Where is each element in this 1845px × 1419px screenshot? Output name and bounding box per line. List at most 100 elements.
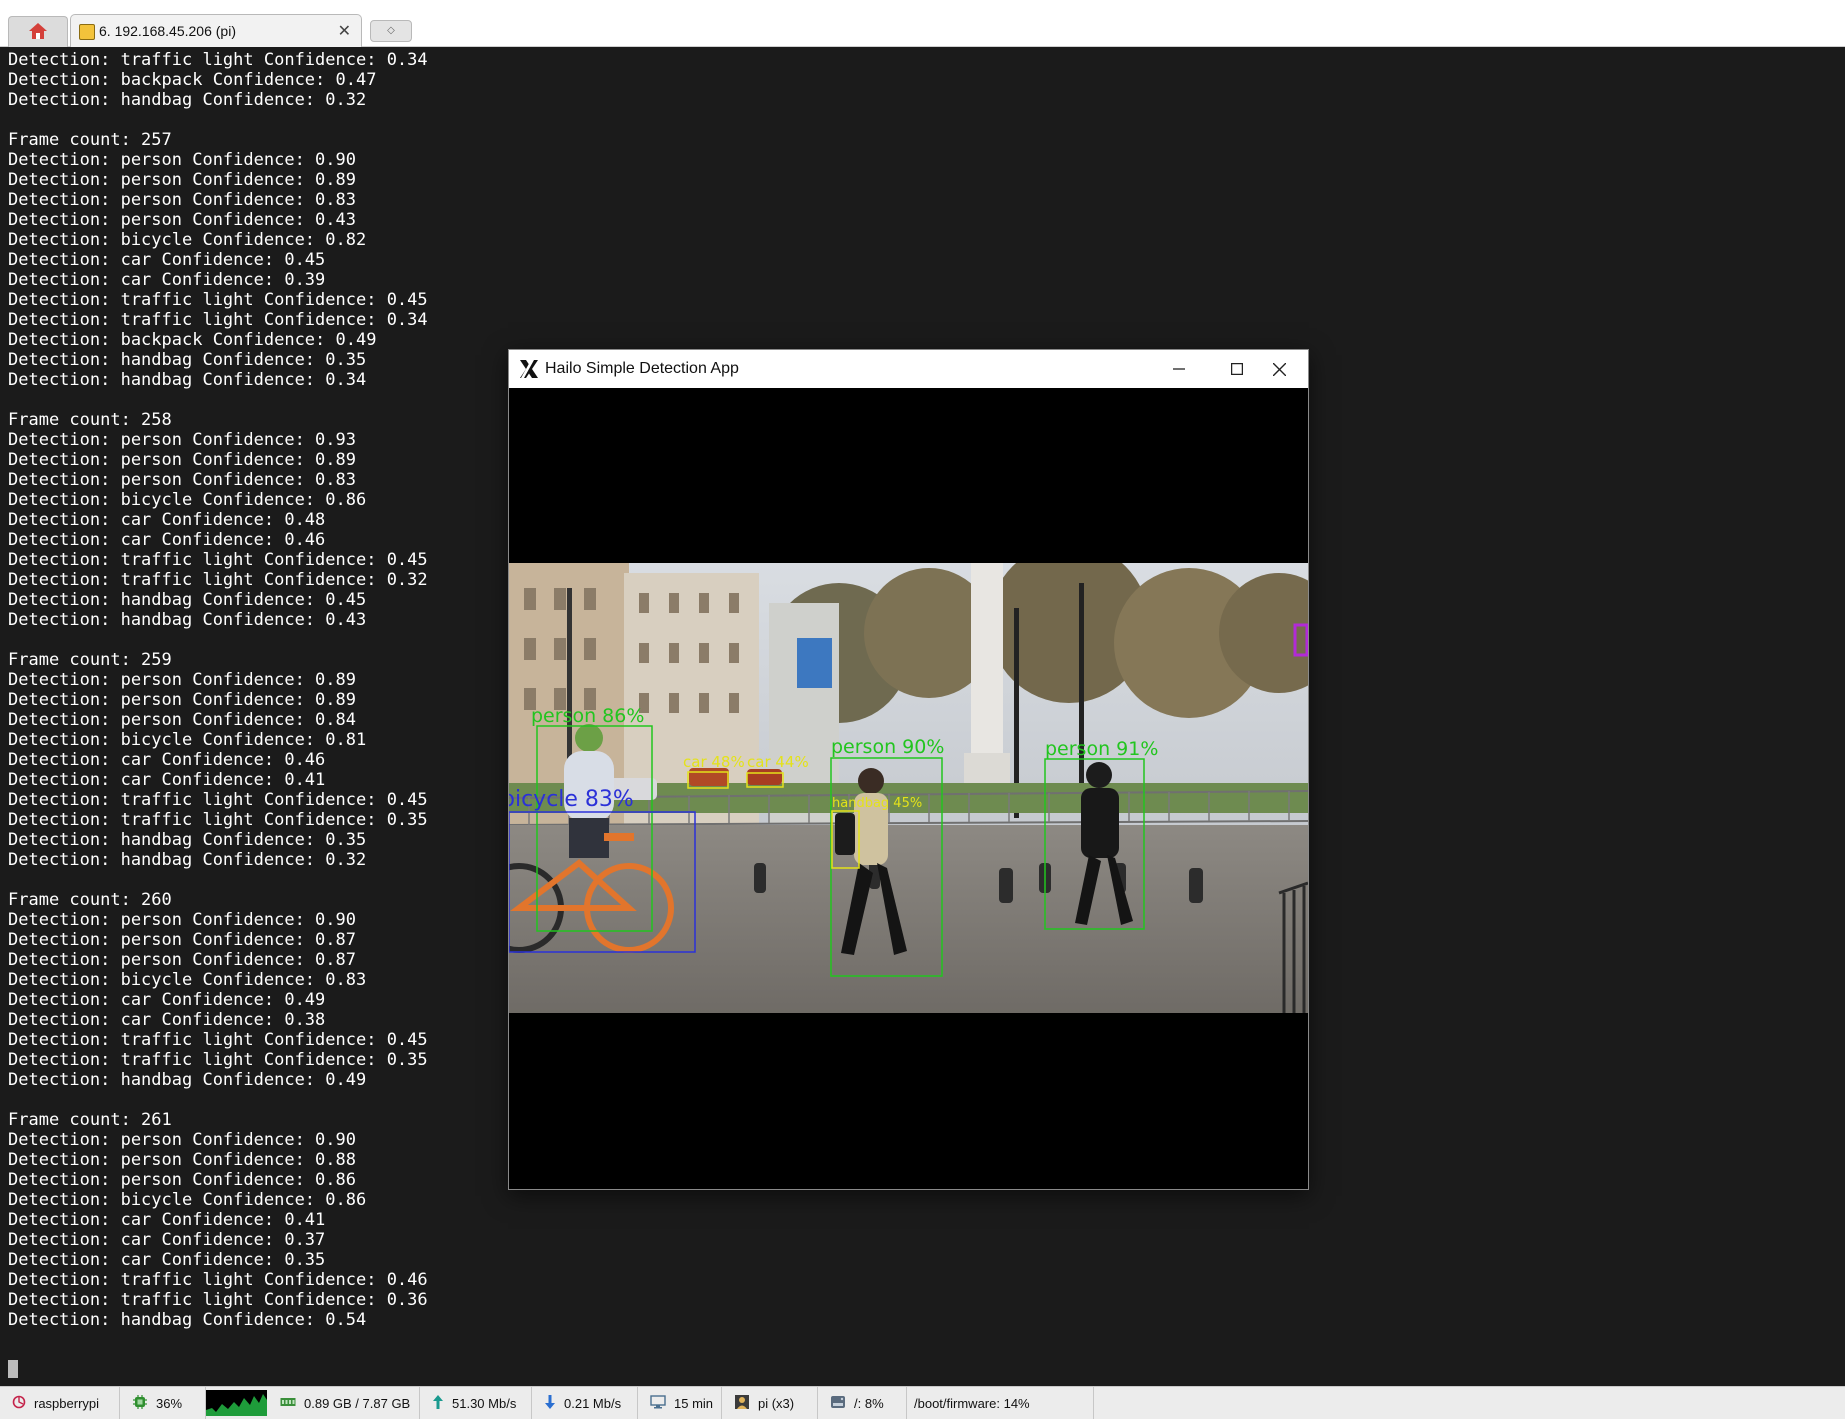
detection-line: Detection: bicycle Confidence: 0.82 — [8, 230, 367, 250]
detection-line: Detection: backpack Confidence: 0.49 — [8, 330, 377, 350]
car-detection-label: car 48% — [683, 753, 745, 771]
detection-line: Detection: handbag Confidence: 0.34 — [8, 370, 367, 390]
detection-line: Detection: handbag Confidence: 0.43 — [8, 610, 367, 630]
uptime: 15 min — [674, 1395, 714, 1411]
detection-line: Detection: traffic light Confidence: 0.4… — [8, 1270, 428, 1290]
detection-line: Detection: car Confidence: 0.49 — [8, 990, 326, 1010]
logged-users: pi (x3) — [758, 1395, 795, 1411]
window-titlebar[interactable]: Hailo Simple Detection App — [509, 350, 1308, 388]
tab-ssh-session[interactable]: 6. 192.168.45.206 (pi) ✕ — [70, 14, 362, 47]
detection-line: Detection: person Confidence: 0.87 — [8, 930, 356, 950]
detection-line: Detection: person Confidence: 0.89 — [8, 690, 356, 710]
detection-line: Detection: person Confidence: 0.89 — [8, 170, 356, 190]
upload-arrow-icon — [432, 1394, 444, 1413]
status-upload[interactable]: 51.30 Mb/s — [420, 1387, 532, 1419]
minimize-icon — [1173, 368, 1185, 370]
detection-app-window[interactable]: Hailo Simple Detection App person 90% pe… — [508, 349, 1309, 1190]
detection-line: Detection: traffic light Confidence: 0.3… — [8, 50, 428, 70]
detection-line: Detection: person Confidence: 0.93 — [8, 430, 356, 450]
detection-line: Detection: traffic light Confidence: 0.3… — [8, 1290, 428, 1310]
status-disk-root[interactable]: /: 8% — [818, 1387, 907, 1419]
frame-count-line: Frame count: 260 — [8, 890, 172, 910]
home-tab[interactable] — [8, 16, 68, 47]
status-users[interactable]: pi (x3) — [722, 1387, 818, 1419]
detection-line: Detection: handbag Confidence: 0.35 — [8, 830, 367, 850]
frame-count-line: Frame count: 259 — [8, 650, 172, 670]
detection-line: Detection: person Confidence: 0.83 — [8, 190, 356, 210]
status-memory[interactable]: 0.89 GB / 7.87 GB — [268, 1387, 420, 1419]
cpu-chip-icon — [132, 1394, 148, 1413]
home-icon — [29, 23, 47, 39]
status-cpu[interactable]: 36% — [120, 1387, 206, 1419]
upload-speed: 51.30 Mb/s — [452, 1395, 517, 1411]
detection-line: Detection: car Confidence: 0.41 — [8, 1210, 326, 1230]
person-detection-label: person 86% — [531, 705, 644, 727]
video-frame: person 90% person 91% person 86% bicycle… — [509, 563, 1308, 1013]
detection-line: Detection: car Confidence: 0.37 — [8, 1230, 326, 1250]
street-scene-image: person 90% person 91% person 86% bicycle… — [509, 563, 1308, 1013]
detection-line: Detection: person Confidence: 0.43 — [8, 210, 356, 230]
detection-line: Detection: car Confidence: 0.38 — [8, 1010, 326, 1030]
detection-line: Detection: bicycle Confidence: 0.81 — [8, 730, 367, 750]
cpu-graph — [206, 1390, 267, 1416]
detection-line: Detection: person Confidence: 0.88 — [8, 1150, 356, 1170]
detection-line: Detection: traffic light Confidence: 0.3… — [8, 570, 428, 590]
detection-line: Detection: car Confidence: 0.41 — [8, 770, 326, 790]
new-tab-icon: ◇ — [387, 25, 395, 36]
detection-line: Detection: person Confidence: 0.90 — [8, 910, 356, 930]
detection-line: Detection: handbag Confidence: 0.32 — [8, 850, 367, 870]
window-title: Hailo Simple Detection App — [545, 360, 739, 377]
detection-line: Detection: car Confidence: 0.45 — [8, 250, 326, 270]
detection-line: Detection: bicycle Confidence: 0.86 — [8, 490, 367, 510]
detection-line: Detection: car Confidence: 0.48 — [8, 510, 326, 530]
car-detection-label: car 44% — [747, 753, 809, 771]
detection-line: Detection: handbag Confidence: 0.35 — [8, 350, 367, 370]
detection-line: Detection: traffic light Confidence: 0.4… — [8, 790, 428, 810]
ssh-session-icon — [79, 24, 95, 40]
download-arrow-icon — [544, 1394, 556, 1413]
new-tab-button[interactable]: ◇ — [370, 20, 412, 42]
detection-line: Detection: person Confidence: 0.84 — [8, 710, 356, 730]
detection-line: Detection: backpack Confidence: 0.47 — [8, 70, 377, 90]
frame-count-line: Frame count: 261 — [8, 1110, 172, 1130]
status-bar: raspberrypi 36% 0.89 GB / 7.87 GB 51.30 … — [0, 1386, 1845, 1419]
detection-line: Detection: traffic light Confidence: 0.4… — [8, 290, 428, 310]
status-disk-boot[interactable]: /boot/firmware: 14% — [907, 1387, 1094, 1419]
session-tab-label: 6. 192.168.45.206 (pi) — [99, 23, 236, 39]
close-icon — [1272, 362, 1286, 376]
frame-count-line: Frame count: 258 — [8, 410, 172, 430]
detection-line: Detection: handbag Confidence: 0.45 — [8, 590, 367, 610]
close-icon[interactable]: ✕ — [338, 21, 351, 41]
maximize-icon — [1231, 363, 1243, 375]
person-detection-label: person 90% — [831, 736, 944, 758]
close-button[interactable] — [1250, 350, 1308, 388]
disk-icon — [830, 1395, 846, 1412]
memory-icon — [280, 1396, 296, 1411]
detection-line: Detection: traffic light Confidence: 0.3… — [8, 810, 428, 830]
status-uptime[interactable]: 15 min — [638, 1387, 722, 1419]
detection-line: Detection: person Confidence: 0.83 — [8, 470, 356, 490]
detection-line: Detection: traffic light Confidence: 0.4… — [8, 550, 428, 570]
download-speed: 0.21 Mb/s — [564, 1395, 622, 1411]
detection-line: Detection: car Confidence: 0.46 — [8, 750, 326, 770]
status-host[interactable]: raspberrypi — [0, 1387, 120, 1419]
detection-line: Detection: car Confidence: 0.35 — [8, 1250, 326, 1270]
detection-line: Detection: car Confidence: 0.46 — [8, 530, 326, 550]
cpu-usage: 36% — [156, 1395, 183, 1411]
detection-line: Detection: traffic light Confidence: 0.4… — [8, 1030, 428, 1050]
detection-line: Detection: bicycle Confidence: 0.86 — [8, 1190, 367, 1210]
terminal-output: Detection: traffic light Confidence: 0.3… — [8, 50, 428, 1330]
detection-line: Detection: person Confidence: 0.89 — [8, 670, 356, 690]
raspberry-icon — [12, 1395, 26, 1412]
status-download[interactable]: 0.21 Mb/s — [532, 1387, 638, 1419]
minimize-button[interactable] — [1150, 350, 1208, 388]
detection-line: Detection: person Confidence: 0.86 — [8, 1170, 356, 1190]
detection-line: Detection: car Confidence: 0.39 — [8, 270, 326, 290]
bicycle-detection-label: bicycle 83% — [509, 787, 634, 812]
monitor-icon — [650, 1394, 666, 1412]
detection-line: Detection: handbag Confidence: 0.49 — [8, 1070, 367, 1090]
detection-line: Detection: person Confidence: 0.90 — [8, 150, 356, 170]
